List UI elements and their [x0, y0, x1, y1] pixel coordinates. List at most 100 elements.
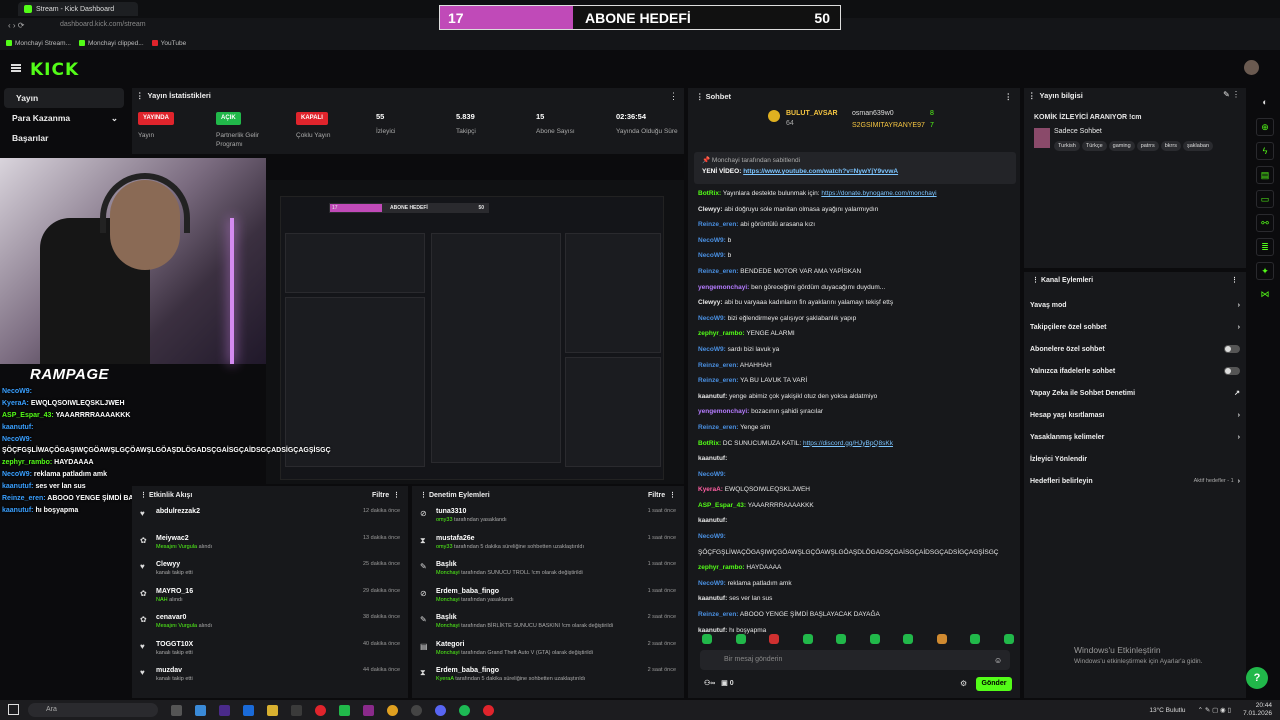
- wrench-icon[interactable]: ✦: [1256, 262, 1274, 280]
- chat-message[interactable]: NecoW9:: [698, 529, 1016, 545]
- clock[interactable]: 20:44 7.01.2026: [1243, 702, 1272, 718]
- chat-username[interactable]: yengemonchayi:: [698, 408, 749, 415]
- feed-row-name[interactable]: Kategori: [436, 641, 640, 648]
- feed-row[interactable]: ♥ TOGGT10X kanalı takip etti 40 dakika önce: [132, 637, 408, 664]
- channel-action-control[interactable]: [1224, 345, 1240, 353]
- chat-username[interactable]: NecoW9:: [698, 346, 726, 353]
- channel-action-row[interactable]: Hedefleri belirleyin Aktif hedefler - 1 ›: [1024, 470, 1246, 492]
- chat-message[interactable]: BotRix: DC SUNUCUMUZA KATIL: https://dis…: [698, 436, 1016, 452]
- chat-message[interactable]: NecoW9: sardı bizi lavuk ya: [698, 342, 1016, 358]
- feed-row-name[interactable]: cenavar0: [156, 614, 355, 621]
- chat-username[interactable]: kaanutuf:: [698, 627, 727, 634]
- feed-row-name[interactable]: Erdem_baba_fingo: [436, 667, 640, 674]
- chat-message[interactable]: Reinze_eren: YA BU LAVUK TA VARİ: [698, 373, 1016, 389]
- weather[interactable]: 13°C Bulutlu: [1149, 707, 1185, 714]
- channel-action-row[interactable]: İzleyici Yönlendir: [1024, 448, 1246, 470]
- url-field[interactable]: dashboard.kick.com/stream: [60, 21, 146, 28]
- chat-message[interactable]: NecoW9: bizi eğlendirmeye çalışıyor şakl…: [698, 311, 1016, 327]
- bookmark-item[interactable]: YouTube: [151, 40, 186, 47]
- channel-action-control[interactable]: ›: [1238, 302, 1240, 309]
- sun-icon[interactable]: ◐: [1256, 94, 1274, 112]
- feed-row[interactable]: ⊘ Erdem_baba_fingo Monchayi tarafından yas…: [412, 584, 684, 611]
- app-icon[interactable]: [339, 704, 350, 716]
- chat-message[interactable]: kaanutuf: ses ver lan sus: [698, 591, 1016, 607]
- chat-username[interactable]: kaanutuf:: [698, 517, 727, 524]
- feed-row-name[interactable]: tuna3310: [436, 508, 640, 515]
- clip-icon[interactable]: ▤: [1256, 166, 1274, 184]
- chat-message[interactable]: zephyr_rambo: HAYDAAAA: [698, 560, 1016, 576]
- chat-username[interactable]: Clewyy:: [698, 206, 723, 213]
- chat-username[interactable]: KyeraA:: [698, 486, 723, 493]
- channel-action-row[interactable]: Takipçilere özel sohbet ›: [1024, 316, 1246, 338]
- tag[interactable]: bkrrs: [1160, 141, 1181, 151]
- browser-tab[interactable]: Stream - Kick Dashboard: [18, 2, 138, 16]
- feed-row-name[interactable]: MAYRO_16: [156, 588, 355, 595]
- bookmark-item[interactable]: Monchayi Stream...: [6, 40, 71, 47]
- chat-username[interactable]: Reinze_eren:: [698, 424, 738, 431]
- chat-username[interactable]: Reinze_eren:: [698, 221, 738, 228]
- gift-icon[interactable]: ▣: [721, 680, 728, 687]
- chat-username[interactable]: Reinze_eren:: [698, 362, 738, 369]
- channel-action-control[interactable]: [1224, 367, 1240, 375]
- users-icon[interactable]: ⚇∞: [704, 680, 715, 687]
- discord-icon[interactable]: [435, 704, 446, 716]
- opera-gx-icon[interactable]: [483, 704, 494, 716]
- emote-icon[interactable]: [802, 634, 813, 644]
- bookmark-item[interactable]: Monchayi clipped...: [79, 40, 144, 47]
- gifter-name[interactable]: BULUT_AVSAR: [786, 110, 838, 117]
- feed-row-name[interactable]: Meiywac2: [156, 535, 355, 542]
- chat-username[interactable]: Reinze_eren:: [698, 377, 738, 384]
- emote-icon[interactable]: [903, 634, 914, 644]
- chat-message[interactable]: kaanutuf:: [698, 513, 1016, 529]
- chat-message[interactable]: yengemonchayi: ben göreceğimi gördüm duy…: [698, 280, 1016, 296]
- tag[interactable]: şaklaban: [1182, 141, 1214, 151]
- feed-row-name[interactable]: mustafa26e: [436, 535, 640, 542]
- chat-link[interactable]: https://discord.gg/HJyBpQ8sKk: [803, 440, 893, 447]
- gifter-name[interactable]: osman639w0: [852, 110, 894, 117]
- help-icon[interactable]: ?: [1246, 667, 1268, 689]
- sidebar-item-stream[interactable]: Yayın: [4, 88, 124, 108]
- emote-icon[interactable]: [970, 634, 981, 644]
- feed-row-name[interactable]: Clewyy: [156, 561, 355, 568]
- folder-icon[interactable]: [267, 704, 278, 716]
- chat-message[interactable]: NecoW9: reklama patladım amk: [698, 576, 1016, 592]
- feed-row[interactable]: ♥ Clewyy kanalı takip etti 25 dakika önce: [132, 557, 408, 584]
- chat-username[interactable]: NecoW9:: [698, 533, 726, 540]
- chat-message[interactable]: yengemonchayi: bozacının şahidi şıracıla…: [698, 404, 1016, 420]
- share-icon[interactable]: ⋈: [1256, 286, 1274, 304]
- emoji-icon[interactable]: ☺: [994, 656, 1002, 665]
- feed-row[interactable]: ✎ Başlık Monchayi tarafından SUNUCU TROLL …: [412, 557, 684, 584]
- feed-row-name[interactable]: Başlık: [436, 614, 640, 621]
- chat-username[interactable]: zephyr_rambo:: [698, 330, 745, 337]
- emote-icon[interactable]: [869, 634, 880, 644]
- chat-message[interactable]: NecoW9: b: [698, 233, 1016, 249]
- feed-row[interactable]: ✎ Başlık Monchayi tarafından BİRLİKTE SUNU…: [412, 610, 684, 637]
- feed-row[interactable]: ▤ Kategori Monchayi tarafından Grand Theft…: [412, 637, 684, 664]
- feed-row[interactable]: ⧗ mustafa26e omy33 tarafından 5 dakika sür…: [412, 531, 684, 558]
- channel-action-row[interactable]: Yapay Zeka ile Sohbet Denetimi ↗: [1024, 382, 1246, 404]
- taskbar-search[interactable]: Ara: [28, 703, 158, 717]
- gifter-name[interactable]: S2GSIMITAYRANYE97: [852, 122, 925, 129]
- tag[interactable]: patrrs: [1136, 141, 1159, 151]
- pinned-link[interactable]: https://www.youtube.com/watch?v=NywYjY9v…: [743, 168, 898, 175]
- chat-message[interactable]: ASP_Espar_43: YAAARRRRAAAAKKK: [698, 498, 1016, 514]
- chat-message[interactable]: Clewyy: abi bu varyaaa kadınların fin ay…: [698, 295, 1016, 311]
- feed-row[interactable]: ✿ MAYRO_16 NAH alındı 29 dakika önce: [132, 584, 408, 611]
- more-icon[interactable]: ⋮: [1005, 92, 1013, 101]
- app-icon[interactable]: [195, 704, 206, 716]
- feed-row[interactable]: ♥ abdulrezzak2 12 dakika önce: [132, 504, 408, 531]
- target-icon[interactable]: ⊕: [1256, 118, 1274, 136]
- feed-row[interactable]: ✿ Meiywac2 Mesajını Vurgula alındı 13 dakik…: [132, 531, 408, 558]
- app-icon[interactable]: [219, 704, 230, 716]
- more-icon[interactable]: ⋮: [669, 91, 678, 102]
- emote-icon[interactable]: [936, 634, 947, 644]
- chat-username[interactable]: kaanutuf:: [698, 595, 727, 602]
- tag[interactable]: Türkçe: [1081, 141, 1107, 151]
- feed-row-name[interactable]: Erdem_baba_fingo: [436, 588, 640, 595]
- menu-icon[interactable]: [11, 64, 21, 72]
- kick-logo[interactable]: KICK: [30, 60, 79, 80]
- channel-action-row[interactable]: Abonelere özel sohbet: [1024, 338, 1246, 360]
- tag[interactable]: Turkish: [1054, 141, 1080, 151]
- toggle-switch[interactable]: [1224, 367, 1240, 375]
- chat-icon[interactable]: ▭: [1256, 190, 1274, 208]
